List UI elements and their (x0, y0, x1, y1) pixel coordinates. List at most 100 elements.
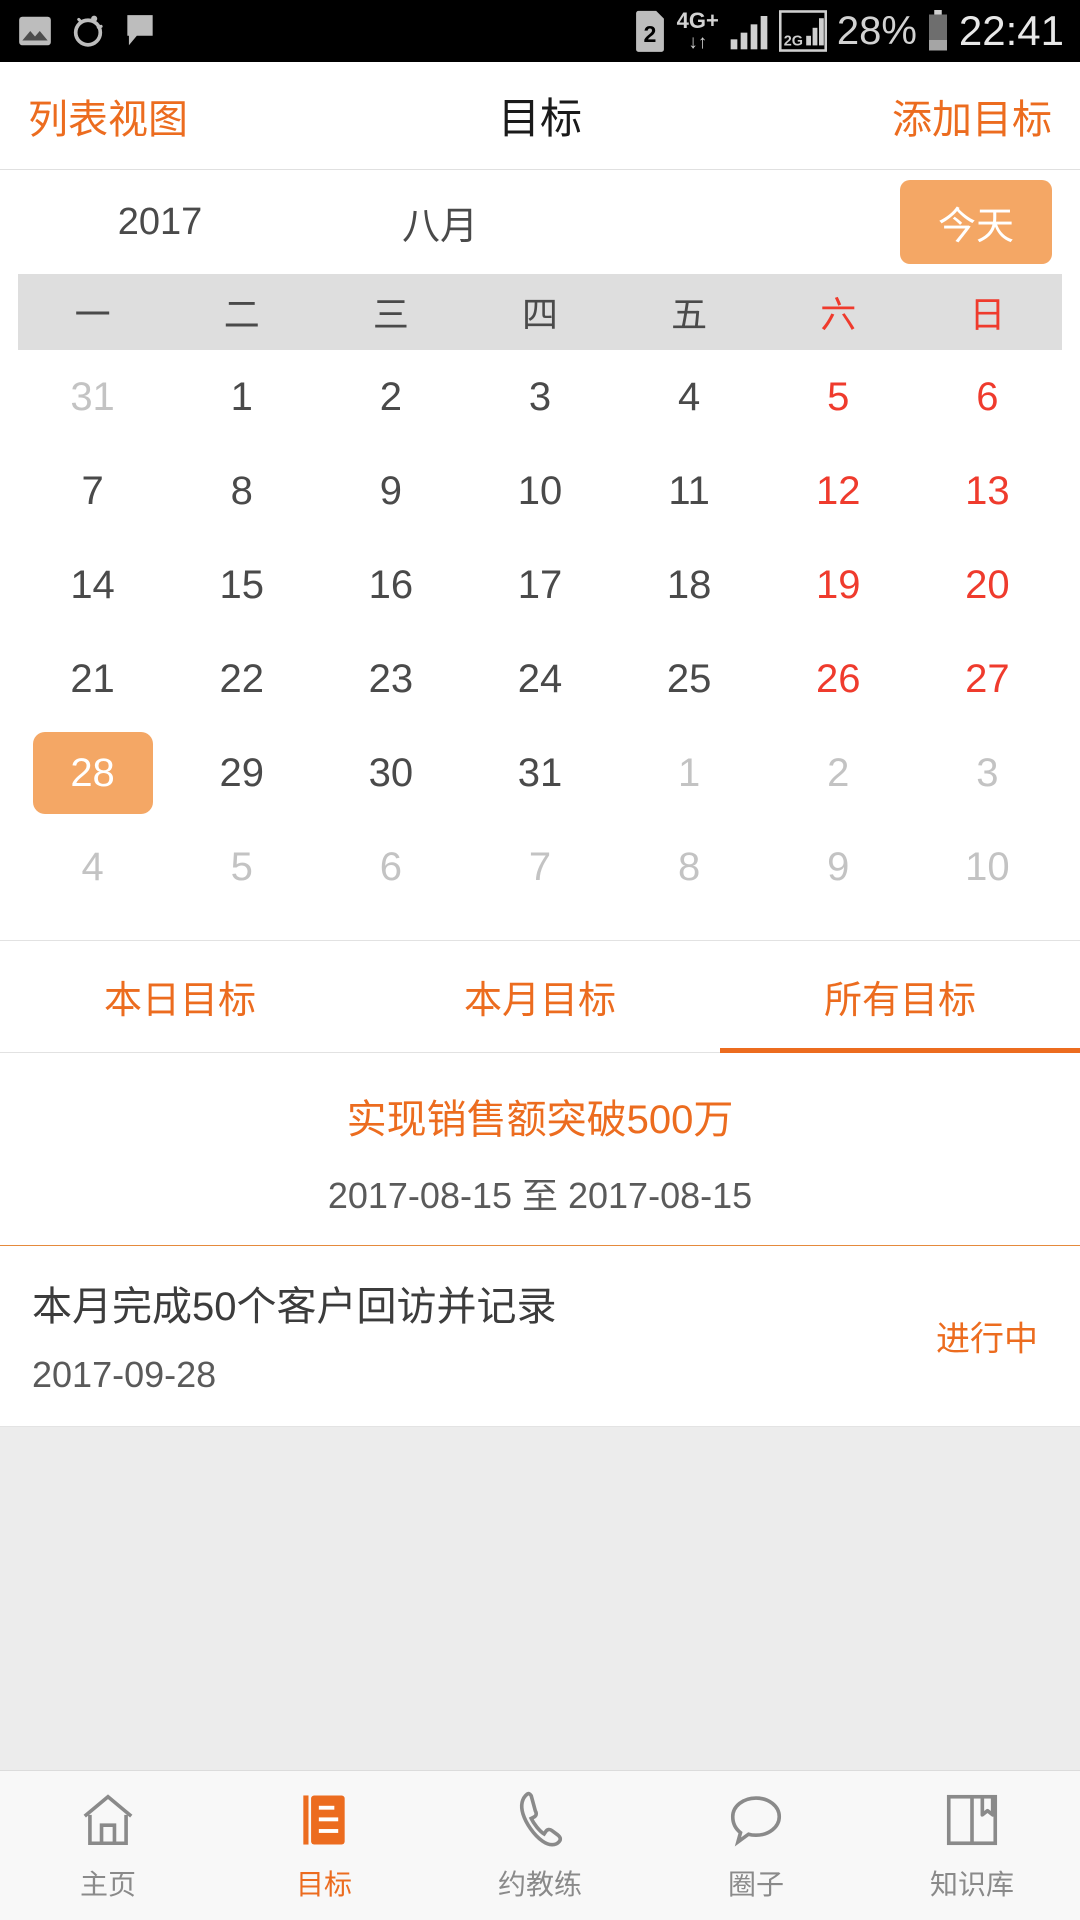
add-goal-button[interactable]: 添加目标 (892, 87, 1052, 145)
secondary-signal-icon: 2G (778, 10, 827, 52)
calendar-year-label[interactable]: 2017 (0, 201, 320, 244)
calendar-day-cell[interactable]: 22 (167, 632, 316, 726)
goal-tab-1[interactable]: 本月目标 (360, 941, 720, 1052)
calendar-day-cell[interactable]: 23 (316, 632, 465, 726)
calendar-day-cell[interactable]: 2 (764, 726, 913, 820)
goal-list-item[interactable]: 实现销售额突破500万 2017-08-15 至 2017-08-15 (0, 1053, 1080, 1246)
goal-tab-label: 所有目标 (823, 980, 976, 1022)
calendar-day-cell[interactable]: 28 (18, 726, 167, 820)
calendar-day-label: 5 (827, 374, 850, 419)
calendar-day-cell[interactable]: 10 (465, 444, 614, 538)
calendar-day-cell[interactable]: 14 (18, 538, 167, 632)
calendar-day-label: 5 (230, 844, 253, 889)
tabbar-item-label: 主页 (79, 1868, 136, 1900)
calendar-day-cell[interactable]: 20 (913, 538, 1062, 632)
calendar-day-cell[interactable]: 15 (167, 538, 316, 632)
calendar-day-label: 20 (965, 562, 1010, 607)
calendar-day-cell[interactable]: 6 (316, 820, 465, 914)
calendar-day-cell[interactable]: 6 (913, 350, 1062, 444)
calendar-day-cell[interactable]: 3 (465, 350, 614, 444)
calendar-weekday-5: 六 (820, 294, 857, 335)
calendar-day-label: 22 (219, 656, 264, 701)
calendar-day-cell[interactable]: 12 (764, 444, 913, 538)
calendar-day-cell[interactable]: 19 (764, 538, 913, 632)
calendar-day-cell[interactable]: 7 (18, 444, 167, 538)
calendar-day-cell[interactable]: 30 (316, 726, 465, 820)
calendar-header: 2017 八月 今天 (0, 170, 1080, 274)
calendar-day-cell[interactable]: 11 (615, 444, 764, 538)
clock-label: 22:41 (958, 7, 1064, 54)
calendar-day-cell[interactable]: 31 (465, 726, 614, 820)
tabbar-item-0[interactable]: 主页 (0, 1771, 216, 1920)
calendar-day-label: 10 (517, 468, 563, 513)
calendar-day-cell[interactable]: 13 (913, 444, 1062, 538)
goal-title: 实现销售额突破500万 (346, 1098, 734, 1142)
calendar-day-cell[interactable]: 9 (316, 444, 465, 538)
list-view-button[interactable]: 列表视图 (28, 87, 188, 145)
calendar-weekday-1: 二 (223, 294, 260, 335)
calendar-month-label[interactable]: 八月 (320, 195, 560, 250)
calendar-day-label: 17 (517, 562, 563, 607)
tabbar-item-label: 目标 (295, 1868, 352, 1900)
calendar-day-cell[interactable]: 4 (18, 820, 167, 914)
battery-percent-label: 28% (836, 8, 917, 53)
calendar-day-cell[interactable]: 10 (913, 820, 1062, 914)
calendar-day-label: 2 (379, 374, 402, 419)
svg-text:2G: 2G (784, 33, 803, 49)
calendar-day-label: 23 (368, 656, 414, 701)
calendar-day-cell[interactable]: 16 (316, 538, 465, 632)
goal-tab-indicator (720, 1048, 1080, 1053)
calendar-day-cell[interactable]: 26 (764, 632, 913, 726)
book-icon (941, 1789, 1003, 1851)
calendar-day-label: 1 (230, 374, 253, 419)
goal-status-badge: 进行中 (936, 1320, 1038, 1359)
calendar-day-label: 31 (70, 374, 115, 419)
calendar-day-cell[interactable]: 9 (764, 820, 913, 914)
calendar-day-cell[interactable]: 27 (913, 632, 1062, 726)
goal-tab-0[interactable]: 本日目标 (0, 941, 360, 1052)
goal-list-item[interactable]: 本月完成50个客户回访并记录 2017-09-28 进行中 (0, 1246, 1080, 1427)
calendar-day-label: 1 (678, 750, 701, 795)
goal-date-range: 2017-09-28 (32, 1354, 217, 1395)
calendar-weekday-3: 四 (521, 294, 558, 335)
tabbar-item-4[interactable]: 知识库 (864, 1771, 1080, 1920)
message-icon (127, 15, 153, 46)
goal-tab-label: 本月目标 (463, 980, 616, 1022)
today-button[interactable]: 今天 (900, 180, 1052, 264)
calendar-day-cell[interactable]: 4 (615, 350, 764, 444)
calendar-day-cell[interactable]: 31 (18, 350, 167, 444)
calendar-day-cell[interactable]: 8 (615, 820, 764, 914)
calendar-day-label: 18 (666, 562, 712, 607)
network-arrows-label: ↓↑ (688, 32, 708, 53)
calendar-day-grid: 31 1 2 3 4 5 6 7 8 9 10 11 12 13 14 15 16 17 18 19 20 21 22 23 2… (0, 350, 1080, 914)
calendar-day-label: 9 (379, 468, 402, 513)
calendar-day-cell[interactable]: 5 (167, 820, 316, 914)
calendar-day-cell[interactable]: 3 (913, 726, 1062, 820)
chat-bubble-icon (725, 1789, 787, 1851)
calendar-day-cell[interactable]: 7 (465, 820, 614, 914)
calendar-day-label: 27 (965, 656, 1010, 701)
calendar-day-cell[interactable]: 5 (764, 350, 913, 444)
calendar-day-label: 4 (81, 844, 104, 889)
battery-icon (928, 10, 947, 51)
calendar-day-cell[interactable]: 18 (615, 538, 764, 632)
tabbar-item-2[interactable]: 约教练 (432, 1771, 648, 1920)
network-type-label: 4G+ (676, 8, 719, 33)
calendar-day-cell[interactable]: 24 (465, 632, 614, 726)
goal-list: 实现销售额突破500万 2017-08-15 至 2017-08-15 本月完成50… (0, 1053, 1080, 1427)
calendar-day-label: 11 (668, 468, 710, 513)
calendar-day-cell[interactable]: 29 (167, 726, 316, 820)
tabbar-item-3[interactable]: 圈子 (648, 1771, 864, 1920)
calendar-day-cell[interactable]: 8 (167, 444, 316, 538)
calendar-day-cell[interactable]: 2 (316, 350, 465, 444)
calendar-day-cell[interactable]: 1 (167, 350, 316, 444)
calendar-day-label: 21 (70, 656, 115, 701)
calendar-day-cell[interactable]: 21 (18, 632, 167, 726)
tabbar-item-1[interactable]: 目标 (216, 1771, 432, 1920)
calendar-day-cell[interactable]: 25 (615, 632, 764, 726)
calendar-day-cell[interactable]: 17 (465, 538, 614, 632)
goal-tab-2[interactable]: 所有目标 (720, 941, 1080, 1053)
calendar-day-label: 8 (230, 468, 253, 513)
calendar-day-cell[interactable]: 1 (615, 726, 764, 820)
signal-bars-icon (730, 16, 768, 50)
